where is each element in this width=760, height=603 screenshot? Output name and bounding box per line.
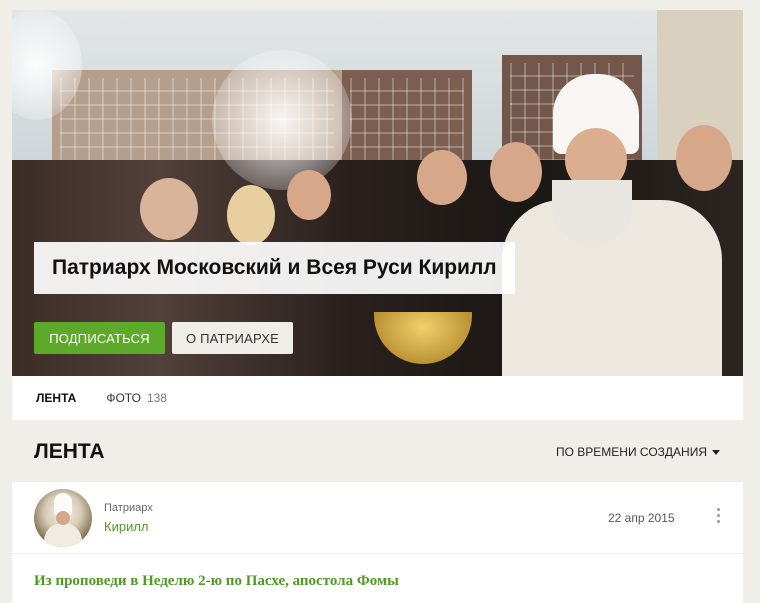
feed-heading: ЛЕНТА [34, 440, 105, 463]
page-title: Патриарх Московский и Всея Руси Кирилл [34, 242, 515, 294]
tab-feed[interactable]: ЛЕНТА [36, 376, 76, 420]
tab-label: ФОТО [106, 391, 141, 405]
profile-tabs: ЛЕНТА ФОТО 138 [12, 376, 743, 420]
about-patriarch-button[interactable]: О ПАТРИАРХЕ [172, 322, 293, 354]
avatar[interactable] [34, 489, 92, 547]
sort-dropdown[interactable]: ПО ВРЕМЕНИ СОЗДАНИЯ [556, 445, 720, 459]
post-title-link[interactable]: Из проповеди в Неделю 2-ю по Пасхе, апос… [34, 573, 399, 590]
photo-count: 138 [146, 391, 167, 405]
tab-photos[interactable]: ФОТО 138 [106, 376, 167, 420]
page: Патриарх Московский и Всея Руси Кирилл П… [0, 0, 760, 603]
post-date: 22 апр 2015 [608, 511, 675, 525]
more-options-icon[interactable] [717, 508, 721, 523]
sort-label: ПО ВРЕМЕНИ СОЗДАНИЯ [555, 445, 707, 459]
author-name-link[interactable]: Кирилл [104, 519, 149, 534]
post-card: Патриарх Кирилл 22 апр 2015 Из проповеди… [12, 482, 743, 603]
caret-down-icon [712, 449, 720, 455]
author-role: Патриарх [104, 502, 153, 514]
subscribe-button[interactable]: ПОДПИСАТЬСЯ [34, 322, 165, 354]
divider [12, 553, 743, 554]
tab-label: ЛЕНТА [36, 391, 77, 405]
